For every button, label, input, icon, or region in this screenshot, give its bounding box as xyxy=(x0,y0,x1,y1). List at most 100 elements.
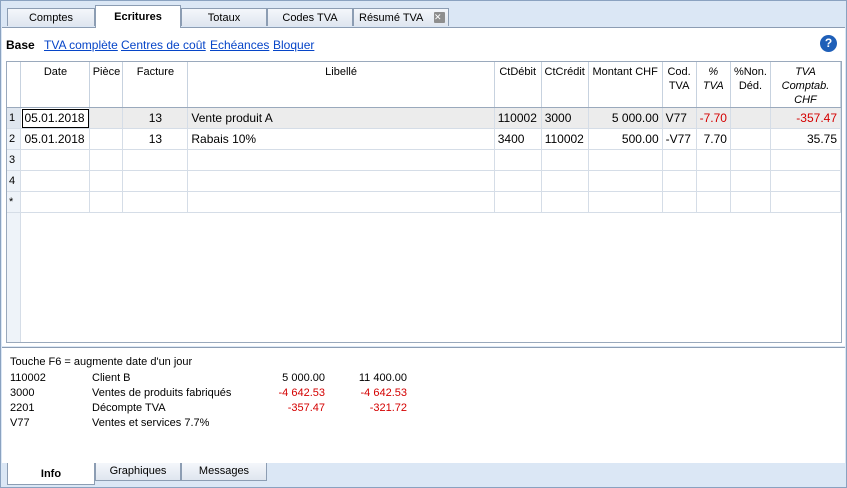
col-header-piece[interactable]: Pièce xyxy=(89,62,124,108)
table-header: Date Pièce Facture Libellé CtDébit CtCré… xyxy=(7,62,841,108)
cell-piece[interactable] xyxy=(89,107,124,129)
cell-libelle[interactable] xyxy=(187,149,495,171)
col-header-libelle[interactable]: Libellé xyxy=(187,62,495,108)
view-bloquer[interactable]: Bloquer xyxy=(273,38,314,52)
cell-facture[interactable] xyxy=(122,149,189,171)
cell-tva-comptab[interactable] xyxy=(770,149,841,171)
col-header-date[interactable]: Date xyxy=(20,62,91,108)
cell-facture[interactable]: 13 xyxy=(122,128,189,150)
tab-ecritures[interactable]: Ecritures xyxy=(95,5,181,28)
cell-ctdebit[interactable]: 3400 xyxy=(494,128,542,150)
cell-cod-tva[interactable]: V77 xyxy=(662,107,697,129)
cell-cod-tva[interactable] xyxy=(662,170,697,192)
row-number[interactable]: 3 xyxy=(7,149,22,171)
cell-pct-tva[interactable]: -7.70 xyxy=(696,107,731,129)
cell-pct-tva[interactable] xyxy=(696,191,731,213)
col-header-tva-comptab[interactable]: TVA Comptab. CHF xyxy=(770,62,841,108)
cell-ctdebit[interactable] xyxy=(494,191,542,213)
cell-libelle[interactable]: Vente produit A xyxy=(187,107,495,129)
cell-piece[interactable] xyxy=(89,191,124,213)
cell-ctcredit[interactable] xyxy=(541,149,589,171)
tab-info[interactable]: Info xyxy=(7,463,95,485)
help-icon[interactable]: ? xyxy=(820,35,837,52)
cell-date[interactable] xyxy=(20,149,91,171)
tab-comptes[interactable]: Comptes xyxy=(7,8,95,26)
info-hint: Touche F6 = augmente date d'un jour xyxy=(10,356,193,368)
cell-ctcredit[interactable] xyxy=(541,170,589,192)
row-number[interactable]: 4 xyxy=(7,170,22,192)
info-panel: Touche F6 = augmente date d'un jour 1100… xyxy=(2,347,845,463)
cell-montant[interactable] xyxy=(588,191,663,213)
row-number[interactable]: 2 xyxy=(7,128,22,150)
cell-non-ded[interactable] xyxy=(730,107,771,129)
cell-cod-tva[interactable] xyxy=(662,191,697,213)
cell-piece[interactable] xyxy=(89,170,124,192)
view-centres-de-cout[interactable]: Centres de coût xyxy=(121,38,206,52)
table-row[interactable]: 1 05.01.2018 13 Vente produit A 110002 3… xyxy=(7,107,841,129)
cell-montant[interactable]: 5 000.00 xyxy=(588,107,663,129)
cell-ctcredit[interactable]: 110002 xyxy=(541,128,589,150)
col-header-ctcredit[interactable]: CtCrédit xyxy=(541,62,589,108)
cell-non-ded[interactable] xyxy=(730,149,771,171)
cell-ctcredit[interactable] xyxy=(541,191,589,213)
cell-tva-comptab[interactable] xyxy=(770,170,841,192)
table-row[interactable]: 2 05.01.2018 13 Rabais 10% 3400 110002 5… xyxy=(7,128,841,150)
row-number[interactable]: * xyxy=(7,191,22,213)
cell-facture[interactable] xyxy=(122,191,189,213)
cell-ctcredit[interactable]: 3000 xyxy=(541,107,589,129)
cell-montant[interactable]: 500.00 xyxy=(588,128,663,150)
cell-cod-tva[interactable] xyxy=(662,149,697,171)
tab-graphiques[interactable]: Graphiques xyxy=(95,463,181,481)
tab-resume-tva[interactable]: Résumé TVA ✕ xyxy=(353,8,449,26)
cell-ctdebit[interactable] xyxy=(494,170,542,192)
view-tva-complete[interactable]: TVA complète xyxy=(44,38,118,52)
table-row[interactable]: 4 xyxy=(7,170,841,192)
cell-montant[interactable] xyxy=(588,170,663,192)
tab-messages[interactable]: Messages xyxy=(181,463,267,481)
col-header-pct-tva[interactable]: % TVA xyxy=(696,62,731,108)
cell-tva-comptab[interactable]: 35.75 xyxy=(770,128,841,150)
ecritures-panel: Base TVA complète Centres de coût Echéan… xyxy=(2,27,845,346)
cell-cod-tva[interactable]: -V77 xyxy=(662,128,697,150)
cell-date[interactable]: 05.01.2018 xyxy=(20,128,91,150)
cell-tva-comptab[interactable]: -357.47 xyxy=(770,107,841,129)
cell-non-ded[interactable] xyxy=(730,191,771,213)
cell-ctdebit[interactable] xyxy=(494,149,542,171)
cell-facture[interactable]: 13 xyxy=(122,107,189,129)
cell-facture[interactable] xyxy=(122,170,189,192)
cell-pct-tva[interactable]: 7.70 xyxy=(696,128,731,150)
col-header-cod-tva[interactable]: Cod. TVA xyxy=(662,62,697,108)
cell-date[interactable] xyxy=(20,170,91,192)
tab-codes-tva[interactable]: Codes TVA xyxy=(267,8,353,26)
cell-libelle[interactable]: Rabais 10% xyxy=(187,128,495,150)
cell-date[interactable] xyxy=(20,191,91,213)
cell-piece[interactable] xyxy=(89,128,124,150)
cell-libelle[interactable] xyxy=(187,191,495,213)
cell-ctdebit[interactable]: 110002 xyxy=(494,107,542,129)
view-base[interactable]: Base xyxy=(6,38,35,52)
cell-date[interactable]: 05.01.2018 xyxy=(20,107,91,129)
row-number[interactable]: 1 xyxy=(7,107,22,129)
close-icon[interactable]: ✕ xyxy=(434,12,445,23)
cell-non-ded[interactable] xyxy=(730,170,771,192)
cell-pct-tva[interactable] xyxy=(696,170,731,192)
info-value-1: -4 642.53 xyxy=(278,387,325,399)
info-value-1: -357.47 xyxy=(287,402,325,414)
cell-piece[interactable] xyxy=(89,149,124,171)
col-header-ctdebit[interactable]: CtDébit xyxy=(494,62,542,108)
cell-non-ded[interactable] xyxy=(730,128,771,150)
tab-resume-tva-label: Résumé TVA xyxy=(359,12,424,24)
info-code: 3000 xyxy=(10,387,35,399)
tab-totaux[interactable]: Totaux xyxy=(181,8,267,26)
col-header-non-ded[interactable]: %Non. Déd. xyxy=(730,62,771,108)
cell-libelle[interactable] xyxy=(187,170,495,192)
col-header-montant[interactable]: Montant CHF xyxy=(588,62,663,108)
table-row[interactable]: 3 xyxy=(7,149,841,171)
col-header-facture[interactable]: Facture xyxy=(122,62,189,108)
cell-montant[interactable] xyxy=(588,149,663,171)
view-echeances[interactable]: Echéances xyxy=(210,38,269,52)
info-code: 2201 xyxy=(10,402,35,414)
cell-tva-comptab[interactable] xyxy=(770,191,841,213)
cell-pct-tva[interactable] xyxy=(696,149,731,171)
table-row-new[interactable]: * xyxy=(7,191,841,213)
